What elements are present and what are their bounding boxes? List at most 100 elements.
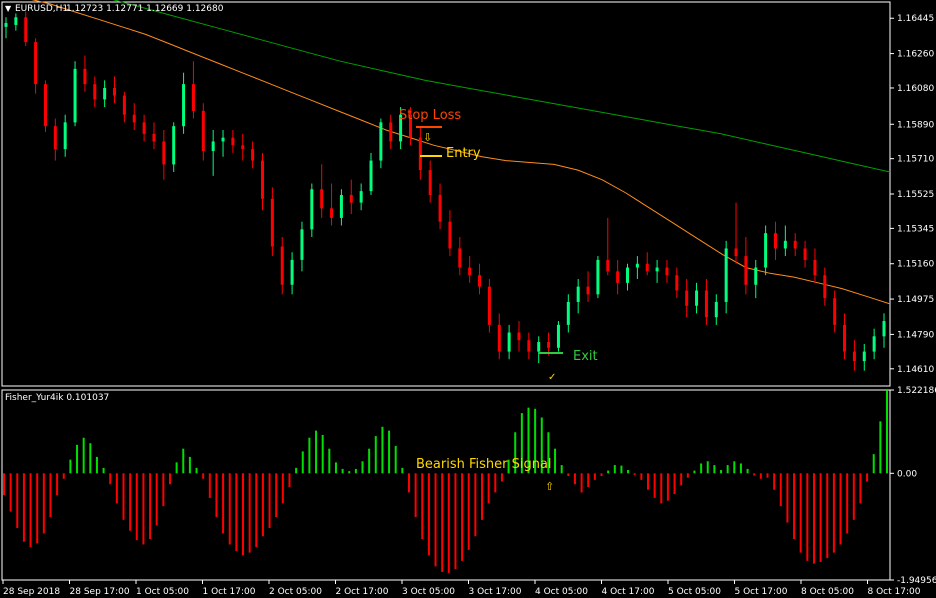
candle <box>428 160 432 203</box>
candle <box>280 236 284 295</box>
candle <box>487 279 491 333</box>
candle <box>349 179 353 215</box>
candle <box>270 187 274 257</box>
candle <box>616 259 620 295</box>
candle <box>369 152 373 195</box>
price-tick-label: 1.15525 <box>897 190 934 200</box>
candle <box>172 122 176 173</box>
candle <box>497 313 501 360</box>
candle <box>458 236 462 276</box>
price-tick-label: 1.16445 <box>897 14 934 24</box>
candle <box>527 332 531 360</box>
candle <box>320 164 324 218</box>
price-tick-label: 1.15345 <box>897 224 934 234</box>
symbol-label: EURUSD,H1 <box>15 4 68 14</box>
time-tick-label: 3 Oct 05:00 <box>402 587 455 597</box>
candle <box>93 76 97 108</box>
candle <box>862 343 866 371</box>
price-tick-label: 1.15160 <box>897 260 934 270</box>
candle <box>793 233 797 257</box>
candle <box>665 259 669 283</box>
candle <box>132 103 136 130</box>
fisher-tick-label: 0.00 <box>897 469 917 479</box>
candle <box>773 221 777 260</box>
candle <box>833 290 837 333</box>
candle <box>714 294 718 325</box>
candle <box>675 267 679 299</box>
candle <box>655 259 659 283</box>
candle <box>754 259 758 299</box>
candle <box>142 114 146 142</box>
candle <box>823 267 827 306</box>
candle <box>63 114 67 157</box>
price-tick-label: 1.15710 <box>897 155 934 165</box>
candle <box>852 340 856 371</box>
candle <box>596 256 600 299</box>
candle <box>330 183 334 226</box>
candle <box>231 130 235 153</box>
fisher-tick-label: 1.522186 <box>897 386 936 396</box>
fisher-histogram <box>3 390 888 573</box>
price-tick-label: 1.16260 <box>897 50 934 60</box>
signal-label: Bearish Fisher Signal <box>416 457 552 472</box>
candle <box>576 279 580 314</box>
candle <box>645 252 649 276</box>
time-tick-label: 5 Oct 17:00 <box>735 587 788 597</box>
candle <box>517 321 521 352</box>
candle <box>290 252 294 295</box>
candle <box>478 263 482 295</box>
candle <box>685 279 689 318</box>
candle <box>537 336 541 364</box>
candle <box>438 183 442 230</box>
time-tick-label: 8 Oct 17:00 <box>868 587 921 597</box>
candle <box>626 263 630 291</box>
candle <box>547 332 551 356</box>
time-tick-label: 8 Oct 05:00 <box>801 587 854 597</box>
candle <box>379 118 383 169</box>
candle <box>191 61 195 119</box>
candle <box>724 240 728 314</box>
price-tick-label: 1.14975 <box>897 295 934 305</box>
time-tick-label: 5 Oct 05:00 <box>668 587 721 597</box>
fisher-arrow-icon: ⇧ <box>545 480 554 493</box>
time-tick-label: 2 Oct 05:00 <box>269 587 322 597</box>
candle <box>507 324 511 360</box>
candle <box>211 130 215 176</box>
candle <box>606 217 610 276</box>
candle <box>556 321 560 352</box>
window-menu-icon[interactable]: ▼ <box>5 4 12 13</box>
candle <box>448 210 452 257</box>
candle <box>803 240 807 268</box>
candle <box>43 80 47 132</box>
candle <box>882 313 886 348</box>
candle <box>251 141 255 169</box>
time-tick-label: 2 Oct 17:00 <box>336 587 389 597</box>
candle <box>182 72 186 134</box>
candle <box>635 256 639 280</box>
exit-label: Exit <box>573 349 598 364</box>
entry-label: Entry <box>446 146 481 161</box>
chart-frames <box>1 1 891 581</box>
candle <box>734 202 738 264</box>
candle <box>872 328 876 360</box>
ohlc-label: 1.12723 1.12771 1.12669 1.12680 <box>66 4 224 14</box>
candle <box>241 133 245 161</box>
candle <box>103 80 107 108</box>
indicator-plot-frame <box>1 389 891 581</box>
exit-check-icon: ✓ <box>548 372 556 383</box>
candle <box>152 122 156 150</box>
candle <box>389 114 393 150</box>
time-tick-label: 28 Sep 17:00 <box>70 587 130 597</box>
candle <box>53 118 57 161</box>
candle <box>813 248 817 283</box>
price-tick-label: 1.14610 <box>897 365 934 375</box>
candle <box>339 189 343 226</box>
candle <box>586 271 590 302</box>
candle <box>695 282 699 314</box>
candle <box>113 76 117 104</box>
time-tick-label: 4 Oct 05:00 <box>535 587 588 597</box>
time-tick-label: 28 Sep 2018 <box>3 587 60 597</box>
candle <box>468 256 472 283</box>
stop-loss-label: Stop Loss <box>399 108 461 123</box>
candle <box>310 183 314 237</box>
